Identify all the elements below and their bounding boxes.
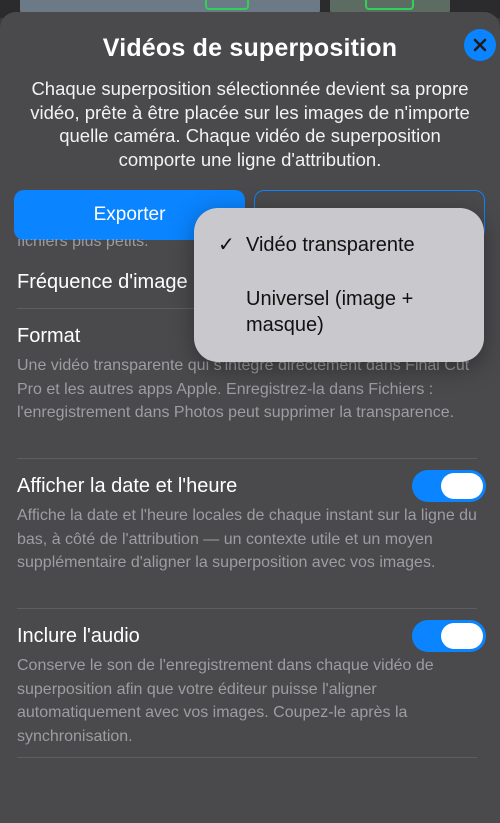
- overlay-frame-marker: [205, 0, 249, 10]
- sheet-title: Vidéos de superposition: [102, 34, 398, 62]
- close-button[interactable]: [464, 29, 496, 61]
- audio-description: Conserve le son de l'enregistrement dans…: [17, 657, 434, 745]
- sheet-description: Chaque superposition sélectionnée devien…: [30, 78, 470, 170]
- format-dropdown-menu: ✓ Vidéo transparente Universel (image + …: [194, 208, 484, 362]
- datetime-toggle[interactable]: [412, 470, 486, 502]
- overlay-videos-sheet: Vidéos de superposition Chaque superposi…: [0, 12, 500, 823]
- menu-item-label: Vidéo transparente: [246, 234, 415, 256]
- overlay-frame-marker: [365, 0, 414, 10]
- toggle-knob: [441, 473, 483, 499]
- divider: [17, 757, 477, 758]
- audio-toggle[interactable]: [412, 620, 486, 652]
- checkmark-icon: ✓: [218, 234, 235, 256]
- format-label[interactable]: Format: [17, 325, 80, 348]
- clipped-description: fichiers plus petits.: [17, 239, 149, 250]
- close-x-icon: [473, 38, 487, 52]
- divider: [17, 458, 477, 459]
- menu-item-label: Universel (image + masque): [246, 288, 414, 336]
- frame-rate-label[interactable]: Fréquence d'image: [17, 271, 188, 294]
- datetime-description: Affiche la date et l'heure locales de ch…: [17, 507, 477, 571]
- audio-label: Inclure l'audio: [17, 625, 140, 647]
- divider: [17, 608, 477, 609]
- toggle-knob: [441, 623, 483, 649]
- datetime-label: Afficher la date et l'heure: [17, 475, 238, 497]
- format-description: Une vidéo transparente qui s'intègre dir…: [17, 357, 470, 421]
